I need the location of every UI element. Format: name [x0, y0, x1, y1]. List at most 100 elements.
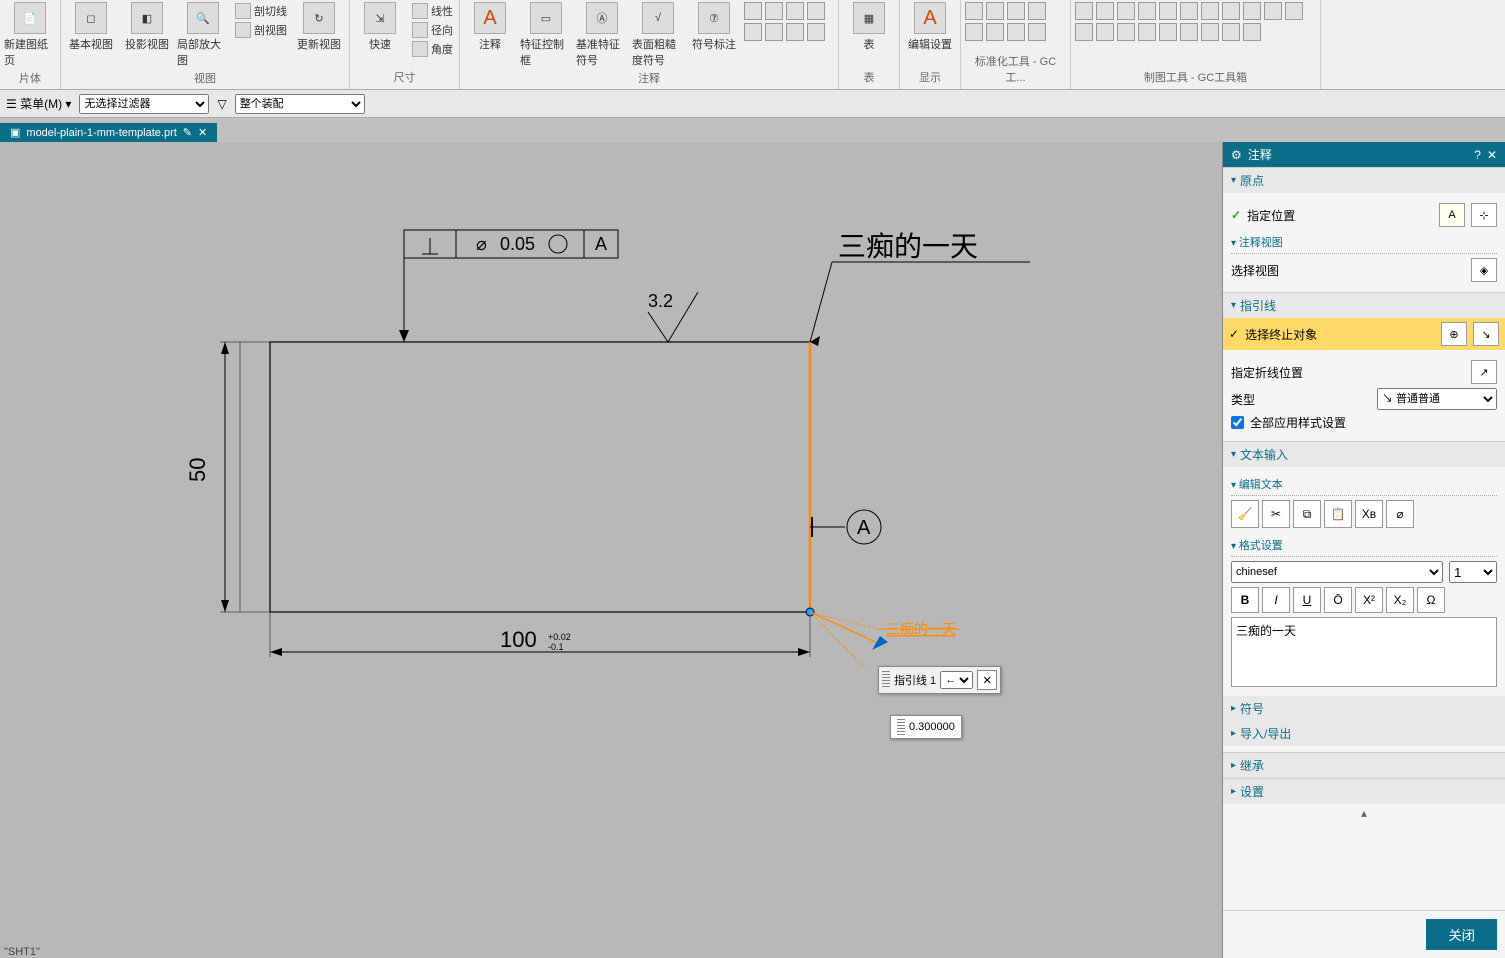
subhead-format[interactable]: 格式设置 — [1231, 534, 1497, 557]
symbol-mark-button[interactable]: ⑦符号标注 — [688, 2, 740, 52]
gc-icon[interactable] — [1180, 23, 1198, 41]
tool-copy[interactable]: ⧉ — [1293, 500, 1321, 528]
section-inherit[interactable]: 继承 — [1223, 753, 1505, 778]
gc-icon[interactable] — [1075, 23, 1093, 41]
gc-icon[interactable] — [1138, 23, 1156, 41]
funnel-icon[interactable]: ▽ — [217, 97, 226, 111]
terminate-row[interactable]: ✓ 选择终止对象 ⊕ ↘ — [1223, 318, 1505, 350]
section-text[interactable]: 文本输入 — [1223, 442, 1505, 467]
file-tab[interactable]: ▣ model-plain-1-mm-template.prt ✎ ✕ — [0, 123, 217, 142]
section-symbol[interactable]: 符号 — [1223, 696, 1505, 721]
gc-icon[interactable] — [1159, 23, 1177, 41]
fcf-button[interactable]: ▭特征控制框 — [520, 2, 572, 68]
filter-select[interactable]: 无选择过滤器 — [79, 94, 209, 114]
section-settings[interactable]: 设置 — [1223, 779, 1505, 804]
bold-button[interactable]: B — [1231, 587, 1259, 613]
anno-icon[interactable] — [744, 2, 762, 20]
close-button[interactable]: 关闭 — [1426, 919, 1497, 950]
edit-settings-button[interactable]: A编辑设置 — [904, 2, 956, 52]
panel-close-icon[interactable]: ✕ — [1487, 148, 1497, 162]
add-terminate-button[interactable]: ⊕ — [1441, 322, 1467, 346]
radial-dim-button[interactable]: 径向 — [410, 21, 455, 39]
break-pos-button[interactable]: ↗ — [1471, 360, 1497, 384]
panel-titlebar[interactable]: ⚙ 注释 ? ✕ — [1223, 142, 1505, 167]
std-icon[interactable] — [986, 23, 1004, 41]
quick-dim-button[interactable]: ⇲快速 — [354, 2, 406, 52]
section-import[interactable]: 导入/导出 — [1223, 721, 1505, 746]
underline-button[interactable]: U — [1293, 587, 1321, 613]
leader-float-toolbar[interactable]: 指引线 1 ← ✕ — [878, 666, 1001, 694]
tool-cut[interactable]: ✂ — [1262, 500, 1290, 528]
gc-icon[interactable] — [1243, 23, 1261, 41]
note-textarea[interactable]: 三痴的一天 — [1231, 617, 1497, 687]
float-close-button[interactable]: ✕ — [977, 670, 997, 690]
gc-icon[interactable] — [1096, 23, 1114, 41]
gc-icon[interactable] — [1243, 2, 1261, 20]
section-line-button[interactable]: 剖切线 — [233, 2, 289, 20]
std-icon[interactable] — [1028, 23, 1046, 41]
section-view-button[interactable]: 剖视图 — [233, 21, 289, 39]
collapse-panel-icon[interactable]: ▴ — [1223, 804, 1505, 822]
std-icon[interactable] — [965, 23, 983, 41]
std-icon[interactable] — [986, 2, 1004, 20]
tool-paste[interactable]: 📋 — [1324, 500, 1352, 528]
detail-view-button[interactable]: 🔍局部放大图 — [177, 2, 229, 68]
gc-icon[interactable] — [1201, 2, 1219, 20]
omega-button[interactable]: Ω — [1417, 587, 1445, 613]
tool-dia[interactable]: ⌀ — [1386, 500, 1414, 528]
section-leader[interactable]: 指引线 — [1223, 293, 1505, 318]
anno-icon[interactable] — [765, 23, 783, 41]
tool-xb[interactable]: Xв — [1355, 500, 1383, 528]
pick-terminate-button[interactable]: ↘ — [1473, 322, 1499, 346]
std-icon[interactable] — [1007, 23, 1025, 41]
note-button[interactable]: A注释 — [464, 2, 516, 52]
section-origin[interactable]: 原点 — [1223, 168, 1505, 193]
font-select[interactable]: chinesef — [1231, 561, 1443, 583]
new-sheet-button[interactable]: 📄新建图纸页 — [4, 2, 56, 68]
std-icon[interactable] — [965, 2, 983, 20]
gc-icon[interactable] — [1096, 2, 1114, 20]
arrow-style-select[interactable]: ← — [940, 671, 973, 689]
leader-type-select[interactable]: ↘ 普通普通 — [1377, 388, 1497, 410]
surface-button[interactable]: √表面粗糙度符号 — [632, 2, 684, 68]
gc-icon[interactable] — [1117, 23, 1135, 41]
base-view-button[interactable]: ◻基本视图 — [65, 2, 117, 52]
sub-button[interactable]: X₂ — [1386, 587, 1414, 613]
close-tab-icon[interactable]: ✕ — [198, 126, 207, 139]
anno-icon[interactable] — [744, 23, 762, 41]
gc-icon[interactable] — [1138, 2, 1156, 20]
loc-btn-a[interactable]: A — [1439, 203, 1465, 227]
gc-icon[interactable] — [1117, 2, 1135, 20]
std-icon[interactable] — [1007, 2, 1025, 20]
linear-dim-button[interactable]: 线性 — [410, 2, 455, 20]
anno-icon[interactable] — [807, 2, 825, 20]
super-button[interactable]: X² — [1355, 587, 1383, 613]
gc-icon[interactable] — [1180, 2, 1198, 20]
help-icon[interactable]: ? — [1474, 148, 1481, 162]
select-view-button[interactable]: ◈ — [1471, 258, 1497, 282]
subhead-edit[interactable]: 编辑文本 — [1231, 473, 1497, 496]
gc-icon[interactable] — [1159, 2, 1177, 20]
gc-icon[interactable] — [1222, 23, 1240, 41]
overline-button[interactable]: Ō — [1324, 587, 1352, 613]
anno-icon[interactable] — [765, 2, 783, 20]
apply-all-checkbox[interactable] — [1231, 416, 1244, 429]
subhead-view[interactable]: 注释视图 — [1231, 231, 1497, 254]
proj-view-button[interactable]: ◧投影视图 — [121, 2, 173, 52]
size-select[interactable]: 1 — [1449, 561, 1497, 583]
grip-icon[interactable] — [882, 671, 890, 689]
assembly-select[interactable]: 整个装配 — [235, 94, 365, 114]
anno-icon[interactable] — [786, 2, 804, 20]
update-view-button[interactable]: ↻更新视图 — [293, 2, 345, 52]
italic-button[interactable]: I — [1262, 587, 1290, 613]
loc-btn-b[interactable]: ⊹ — [1471, 203, 1497, 227]
gc-icon[interactable] — [1222, 2, 1240, 20]
gc-icon[interactable] — [1201, 23, 1219, 41]
anno-icon[interactable] — [786, 23, 804, 41]
std-icon[interactable] — [1028, 2, 1046, 20]
tool-eraser[interactable]: 🧹 — [1231, 500, 1259, 528]
table-button[interactable]: ▦表 — [843, 2, 895, 52]
datum-button[interactable]: Ⓐ基准特征符号 — [576, 2, 628, 68]
gc-icon[interactable] — [1075, 2, 1093, 20]
anno-icon[interactable] — [807, 23, 825, 41]
